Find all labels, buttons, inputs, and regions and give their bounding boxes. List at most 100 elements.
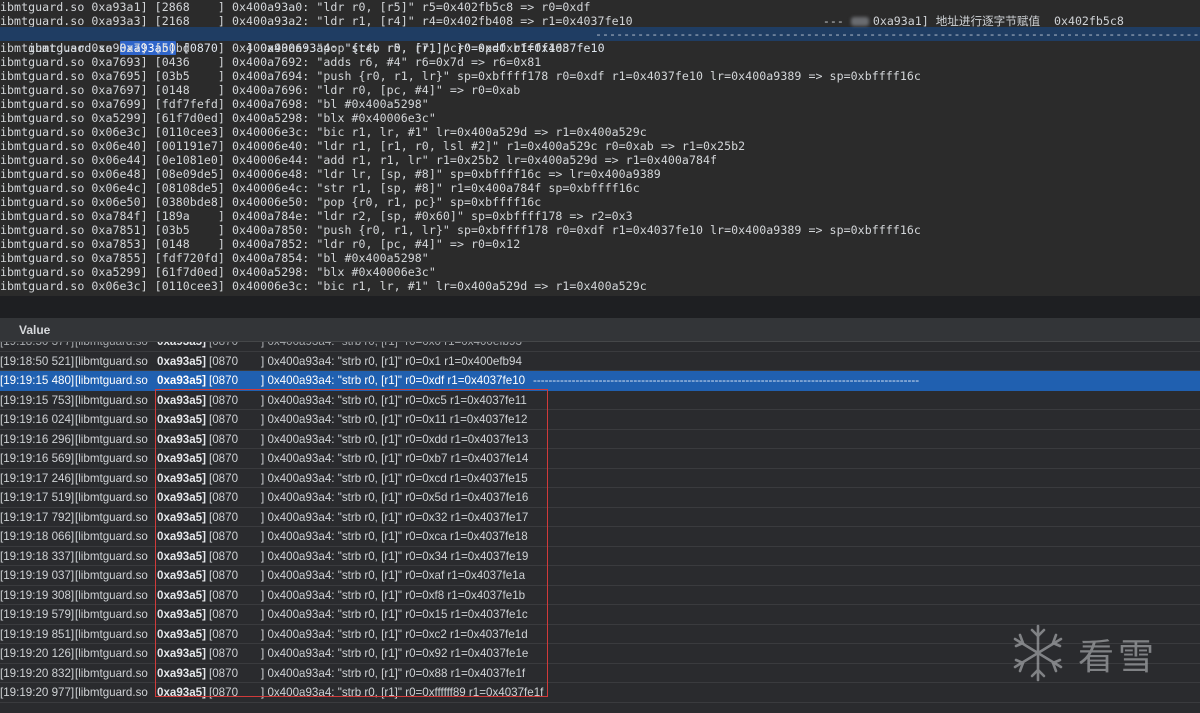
trace-line[interactable]: ibmtguard.so 0xa7695] [03b5 ] 0x400a7694… (0, 69, 1200, 83)
value-row[interactable]: [19:19:19 308] [libmtguard.so 0xa93a5] [087… (0, 586, 1200, 605)
value-list[interactable]: [19:18:50 377][libmtguard.so0xa93a5][087… (0, 342, 1200, 713)
row-module: [libmtguard.so (75, 432, 148, 446)
value-row-selected[interactable]: [19:19:15 480] [libmtguard.so 0xa93a5] [087… (0, 371, 1200, 391)
trace-line[interactable]: ibmtguard.so 0x06e3c] [0110cee3] 0x40006… (0, 279, 1200, 293)
row-offset: 0xa93a5] (157, 342, 206, 351)
trace-line[interactable]: ibmtguard.so 0x06e4c] [08108de5] 0x40006… (0, 181, 1200, 195)
row-module: [libmtguard.so (75, 666, 148, 680)
annotation-value: 0x402fb5c8 (1054, 14, 1124, 28)
value-row[interactable]: [19:19:17 519] [libmtguard.so 0xa93a5] [087… (0, 488, 1200, 508)
value-row-partial[interactable]: [19:18:50 377][libmtguard.so 0xa93a5][087… (0, 342, 1200, 352)
annotation: --- 0xa93a1] 地址进行逐字节赋值 0x402fb5c8 (795, 0, 1124, 28)
annotation-prefix: --- (822, 14, 844, 28)
row-offset: 0xa93a5] (157, 569, 206, 582)
row-opcode: [0870 (209, 432, 239, 446)
row-instruction: ] 0x400a93a4: "strb r0, [r1]" r0=0xf8 r1… (261, 588, 526, 602)
row-module: [libmtguard.so (75, 608, 148, 621)
trace-line[interactable]: ibmtguard.so 0xa784f] [189a ] 0x400a784e… (0, 209, 1200, 223)
trace-line[interactable]: ibmtguard.so 0xa7851] [03b5 ] 0x400a7850… (0, 223, 1200, 237)
value-column-header[interactable]: Value (0, 318, 1200, 342)
value-row[interactable]: [19:19:17 792] [libmtguard.so 0xa93a5] [087… (0, 508, 1200, 527)
value-row[interactable]: [19:19:19 037] [libmtguard.so 0xa93a5] [087… (0, 566, 1200, 586)
value-row[interactable]: [19:19:16 296] [libmtguard.so 0xa93a5] [087… (0, 430, 1200, 449)
row-instruction: ] 0x400a93a4: "strb r0, [r1]" r0=0x11 r1… (261, 413, 528, 426)
row-offset: 0xa93a5] (157, 549, 206, 563)
value-row[interactable]: [19:19:19 579] [libmtguard.so 0xa93a5] [087… (0, 605, 1200, 625)
row-offset: 0xa93a5] (157, 686, 206, 699)
row-opcode: [0870 (209, 452, 239, 465)
row-instruction: ] 0x400a93a4: "strb r0, [r1]" r0=0x92 r1… (261, 647, 529, 660)
value-row[interactable]: [19:19:16 569] [libmtguard.so 0xa93a5] [087… (0, 449, 1200, 469)
row-offset: 0xa93a5] (157, 588, 206, 602)
trace-line[interactable]: ibmtguard.so 0x06e44] [0e1081e0] 0x40006… (0, 153, 1200, 167)
trace-line[interactable]: ibmtguard.so 0x06e3c] [0110cee3] 0x40006… (0, 125, 1200, 139)
row-timestamp: [19:18:50 521] (0, 354, 75, 368)
trace-line-selected[interactable]: ibmtguard.so 0xa93a5] [0870 ] 0x400a93a4… (0, 27, 1200, 55)
trace-line[interactable]: ibmtguard.so 0x06e40] [001191e7] 0x40006… (0, 139, 1200, 153)
pane-splitter[interactable] (0, 296, 1200, 318)
row-offset: 0xa93a5] (157, 510, 206, 524)
row-module: [libmtguard.so (75, 471, 148, 485)
row-instruction: ] 0x400a93a4: "strb r0, [r1]" r0=0xcd r1… (261, 471, 528, 485)
trace-line[interactable]: ibmtguard.so 0xa7699] [fdf7fefd] 0x400a7… (0, 97, 1200, 111)
row-module: [libmtguard.so (75, 647, 148, 660)
trace-line[interactable]: ibmtguard.so 0xa93a7] [b0bd ] 0x400a93a6… (0, 41, 1200, 55)
trace-line[interactable]: ibmtguard.so 0x06e48] [08e09de5] 0x40006… (0, 167, 1200, 181)
row-opcode: [0870 (209, 627, 239, 641)
row-instruction: ] 0x400a93a4: "strb r0, [r1]" r0=0x34 r1… (261, 549, 529, 563)
row-opcode: [0870 (209, 647, 239, 660)
row-instruction: ] 0x400a93a4: "strb r0, [r1]" r0=0x32 r1… (261, 510, 529, 524)
row-module: [libmtguard.so (75, 393, 148, 407)
row-timestamp: [19:19:16 569] (0, 452, 75, 465)
trace-line[interactable]: ibmtguard.so 0xa7693] [0436 ] 0x400a7692… (0, 55, 1200, 69)
row-opcode: [0870 (209, 686, 239, 699)
trace-line[interactable]: ibmtguard.so 0xa5299] [61f7d0ed] 0x400a5… (0, 265, 1200, 279)
value-row[interactable]: [19:19:18 066] [libmtguard.so 0xa93a5] [087… (0, 527, 1200, 547)
row-offset: 0xa93a5] (157, 354, 206, 368)
value-row[interactable]: [19:19:15 753] [libmtguard.so 0xa93a5] [087… (0, 391, 1200, 410)
row-module: [libmtguard.so (75, 374, 148, 387)
row-instruction: ] 0x400a93a4: "strb r0, [r1]" r0=0xdd r1… (261, 432, 529, 446)
row-timestamp: [19:19:17 792] (0, 510, 75, 524)
row-instruction: ] 0x400a93a4: "strb r0, [r1]" r0=0xaf r1… (261, 569, 526, 582)
row-opcode: [0870 (209, 471, 239, 485)
row-module: [libmtguard.so (75, 549, 148, 563)
row-opcode: [0870 (209, 374, 239, 387)
trace-line[interactable]: ibmtguard.so 0xa7697] [0148 ] 0x400a7696… (0, 83, 1200, 97)
row-module: [libmtguard.so (75, 342, 148, 351)
row-offset: 0xa93a5] (157, 627, 206, 641)
trace-pane[interactable]: ibmtguard.so 0xa93a1] [2868 ] 0x400a93a0… (0, 0, 1200, 296)
annotation-address: 0xa93a1] (872, 14, 929, 28)
trace-line[interactable]: ibmtguard.so 0x06e50] [0380bde8] 0x40006… (0, 195, 1200, 209)
value-row[interactable]: [19:19:18 337] [libmtguard.so 0xa93a5] [087… (0, 547, 1200, 566)
value-row[interactable]: [19:19:17 246] [libmtguard.so 0xa93a5] [087… (0, 469, 1200, 488)
row-timestamp: [19:19:18 337] (0, 549, 75, 563)
row-module: [libmtguard.so (75, 530, 148, 543)
value-row[interactable]: [19:18:50 521] [libmtguard.so 0xa93a5] [087… (0, 352, 1200, 371)
row-module: [libmtguard.so (75, 354, 148, 368)
row-timestamp: [19:19:15 753] (0, 393, 75, 407)
value-row[interactable]: [19:19:19 851] [libmtguard.so 0xa93a5] [087… (0, 625, 1200, 644)
trace-line[interactable]: ibmtguard.so 0xa5299] [61f7d0ed] 0x400a5… (0, 111, 1200, 125)
row-timestamp: [19:19:15 480] (0, 374, 75, 387)
value-row[interactable]: [19:19:20 977] [libmtguard.so 0xa93a5] [087… (0, 683, 1200, 703)
value-row[interactable]: [19:19:20 126] [libmtguard.so 0xa93a5] [087… (0, 644, 1200, 664)
row-module: [libmtguard.so (75, 510, 148, 524)
trace-line[interactable]: ibmtguard.so 0xa7855] [fdf720fd] 0x400a7… (0, 251, 1200, 265)
row-opcode: [0870 (209, 666, 239, 680)
row-opcode: [0870 (209, 413, 239, 426)
row-opcode: [0870 (209, 608, 239, 621)
row-timestamp: [19:19:20 977] (0, 686, 75, 699)
row-timestamp: [19:19:19 037] (0, 569, 75, 582)
row-timestamp: [19:19:20 832] (0, 666, 75, 680)
trace-line[interactable]: ibmtguard.so 0xa7853] [0148 ] 0x400a7852… (0, 237, 1200, 251)
value-row[interactable]: [19:19:16 024] [libmtguard.so 0xa93a5] [087… (0, 410, 1200, 430)
row-opcode: [0870 (209, 549, 239, 563)
row-module: [libmtguard.so (75, 452, 148, 465)
row-opcode: [0870 (209, 342, 238, 351)
value-row[interactable]: [19:19:20 832] [libmtguard.so 0xa93a5] [087… (0, 664, 1200, 683)
row-instruction: ] 0x400a93a4: "strb r0, [r1]" r0=0x88 r1… (261, 666, 526, 680)
row-instruction: ] 0x400a93a4: "strb r0, [r1]" r0=0xc5 r1… (261, 393, 527, 407)
value-header-label: Value (19, 323, 51, 337)
row-timestamp: [19:19:18 066] (0, 530, 75, 543)
